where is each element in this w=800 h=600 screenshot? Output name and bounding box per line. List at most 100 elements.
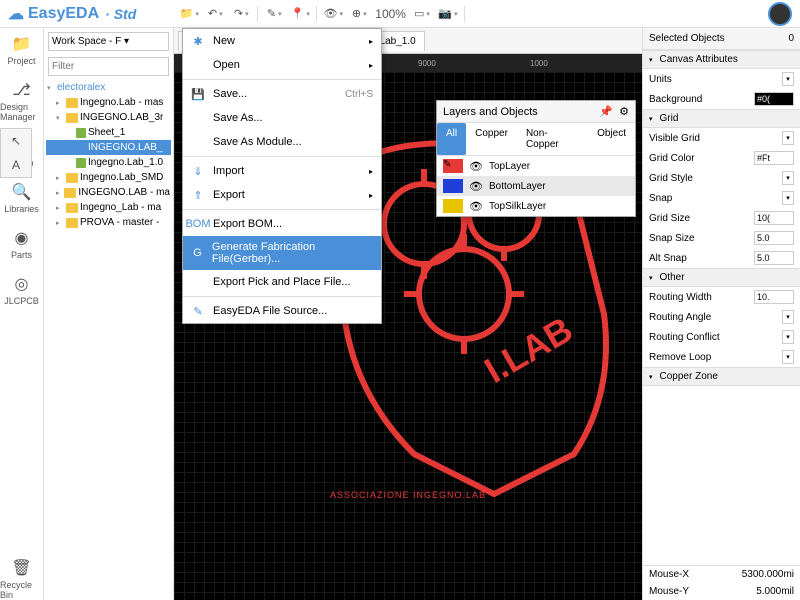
layers-tab-copper[interactable]: Copper xyxy=(466,123,517,155)
units-label: Units xyxy=(649,74,778,85)
layers-tab-noncopper[interactable]: Non-Copper xyxy=(517,123,588,155)
filter-input[interactable] xyxy=(48,57,169,76)
layer-color-swatch xyxy=(443,179,463,193)
gear-icon[interactable]: ⚙ xyxy=(619,105,629,118)
layer-color-swatch xyxy=(443,199,463,213)
menu-icon: ⇑ xyxy=(191,188,205,202)
view-menu-button[interactable]: 👁 xyxy=(320,3,346,25)
menu-item-generate-fabrication-file-gerber-[interactable]: GGenerate Fabrication File(Gerber)... xyxy=(183,236,381,270)
layers-tab-object[interactable]: Object xyxy=(588,123,635,155)
routing-conflict-dropdown[interactable]: ▾ xyxy=(782,330,794,344)
menu-item-save-as-[interactable]: Save As... xyxy=(183,106,381,130)
menu-item-save-as-module-[interactable]: Save As Module... xyxy=(183,130,381,154)
zoom-in-button[interactable]: ⊕ xyxy=(346,3,372,25)
tool-text[interactable]: A xyxy=(1,153,31,177)
tree-folder[interactable]: ▸INGEGNO.LAB - ma xyxy=(46,185,171,200)
tree-folder[interactable]: ▸PROVA - master - xyxy=(46,215,171,230)
sidebar-project[interactable]: 📁Project xyxy=(7,34,35,66)
remove-loop-dropdown[interactable]: ▾ xyxy=(782,350,794,364)
routing-angle-dropdown[interactable]: ▾ xyxy=(782,310,794,324)
menu-icon: 💾 xyxy=(191,87,205,101)
menu-icon xyxy=(191,135,205,149)
layers-panel-title[interactable]: Layers and Objects 📌 ⚙ xyxy=(437,101,635,123)
sidebar-libraries[interactable]: 🔍Libraries xyxy=(4,182,39,214)
place-menu-button[interactable]: 📍 xyxy=(287,3,313,25)
background-value[interactable]: #0( xyxy=(754,92,794,106)
app-logo: ☁ EasyEDA · Std xyxy=(8,4,136,24)
pin-icon[interactable]: 📌 xyxy=(599,105,613,118)
sidebar-recycle-bin[interactable]: 🗑Recycle Bin xyxy=(0,558,43,600)
tree-folder[interactable]: ▾INGEGNO.LAB_3r xyxy=(46,110,171,125)
section-canvas-attributes[interactable]: Canvas Attributes xyxy=(643,50,800,69)
tree-pcb-selected[interactable]: INGEGNO.LAB_ xyxy=(46,140,171,155)
menu-item-new[interactable]: ✱New▸ xyxy=(183,29,381,53)
remove-loop-label: Remove Loop xyxy=(649,352,778,363)
grid-color-label: Grid Color xyxy=(649,153,750,164)
mouse-y-value: 5.000mil xyxy=(756,586,794,597)
menu-item-open[interactable]: Open▸ xyxy=(183,53,381,77)
menu-icon: ✎ xyxy=(191,304,205,318)
tree-folder[interactable]: ▸Ingegno_Lab - ma xyxy=(46,200,171,215)
menu-item-export-pick-and-place-file-[interactable]: Export Pick and Place File... xyxy=(183,270,381,294)
section-grid[interactable]: Grid xyxy=(643,109,800,128)
routing-width-value[interactable]: 10. xyxy=(754,290,794,304)
menu-icon: ⇓ xyxy=(191,164,205,178)
layers-panel: Layers and Objects 📌 ⚙ All Copper Non-Co… xyxy=(436,100,636,217)
tree-root[interactable]: ▾electoralex xyxy=(46,80,171,95)
menu-icon: BOM xyxy=(191,217,205,231)
layer-row-bottom[interactable]: 👁BottomLayer xyxy=(437,176,635,196)
section-copper-zone[interactable]: Copper Zone xyxy=(643,367,800,386)
floating-toolbar: ↖ A xyxy=(0,128,32,178)
sidebar-parts[interactable]: ◉Parts xyxy=(11,228,33,260)
snap-label: Snap xyxy=(649,193,778,204)
tree-sheet[interactable]: Sheet_1 xyxy=(46,125,171,140)
snap-size-value[interactable]: 5.0 xyxy=(754,231,794,245)
frame-button[interactable]: ▭ xyxy=(409,3,435,25)
layers-tab-all[interactable]: All xyxy=(437,123,466,155)
eye-icon[interactable]: 👁 xyxy=(469,200,483,213)
jlc-icon: ◎ xyxy=(10,274,32,294)
edit-menu-button[interactable]: ✎ xyxy=(261,3,287,25)
user-avatar[interactable] xyxy=(768,2,792,26)
routing-angle-label: Routing Angle xyxy=(649,312,778,323)
redo-button[interactable]: ↷ xyxy=(228,3,254,25)
menu-item-easyeda-file-source-[interactable]: ✎EasyEDA File Source... xyxy=(183,299,381,323)
menu-item-save-[interactable]: 💾Save...Ctrl+S xyxy=(183,82,381,106)
visible-grid-dropdown[interactable]: ▾ xyxy=(782,131,794,145)
zoom-level[interactable]: 100% xyxy=(375,7,406,21)
workspace-selector[interactable]: Work Space - F ▾ xyxy=(48,32,169,51)
tree-folder[interactable]: ▸Ingegno.Lab_SMD xyxy=(46,170,171,185)
menu-icon xyxy=(191,111,205,125)
grid-size-label: Grid Size xyxy=(649,213,750,224)
sidebar-jlcpcb[interactable]: ◎JLCPCB xyxy=(4,274,39,306)
tree-sheet[interactable]: Ingegno.Lab_1.0 xyxy=(46,155,171,170)
project-panel: Work Space - F ▾ ▾electoralex ▸Ingegno.L… xyxy=(44,28,174,600)
pcb-silkscreen-text: ASSOCIAZIONE INGEGNO.LAB xyxy=(330,490,486,500)
menu-icon: G xyxy=(191,246,204,260)
grid-style-dropdown[interactable]: ▾ xyxy=(782,171,794,185)
file-menu-button[interactable]: 📁 xyxy=(176,3,202,25)
menu-item-export[interactable]: ⇑Export▸ xyxy=(183,183,381,207)
layer-row-top[interactable]: ✎👁TopLayer xyxy=(437,156,635,176)
routing-conflict-label: Routing Conflict xyxy=(649,332,778,343)
camera-button[interactable]: 📷 xyxy=(435,3,461,25)
tree-folder[interactable]: ▸Ingegno.Lab - mas xyxy=(46,95,171,110)
trash-icon: 🗑 xyxy=(11,558,33,578)
tool-cursor[interactable]: ↖ xyxy=(1,129,31,153)
eye-icon[interactable]: 👁 xyxy=(469,160,483,173)
grid-size-value[interactable]: 10( xyxy=(754,211,794,225)
grid-color-value[interactable]: #Ft xyxy=(754,151,794,165)
sidebar-design-manager[interactable]: ⎇Design Manager xyxy=(0,80,43,122)
menu-icon xyxy=(191,58,205,72)
undo-button[interactable]: ↶ xyxy=(202,3,228,25)
eye-icon[interactable]: 👁 xyxy=(469,180,483,193)
alt-snap-value[interactable]: 5.0 xyxy=(754,251,794,265)
svg-text:I.LAB: I.LAB xyxy=(478,308,580,391)
snap-dropdown[interactable]: ▾ xyxy=(782,191,794,205)
layer-row-silk[interactable]: 👁TopSilkLayer xyxy=(437,196,635,216)
snap-size-label: Snap Size xyxy=(649,233,750,244)
section-other[interactable]: Other xyxy=(643,268,800,287)
menu-item-import[interactable]: ⇓Import▸ xyxy=(183,159,381,183)
units-dropdown[interactable]: ▾ xyxy=(782,72,794,86)
menu-item-export-bom-[interactable]: BOMExport BOM... xyxy=(183,212,381,236)
